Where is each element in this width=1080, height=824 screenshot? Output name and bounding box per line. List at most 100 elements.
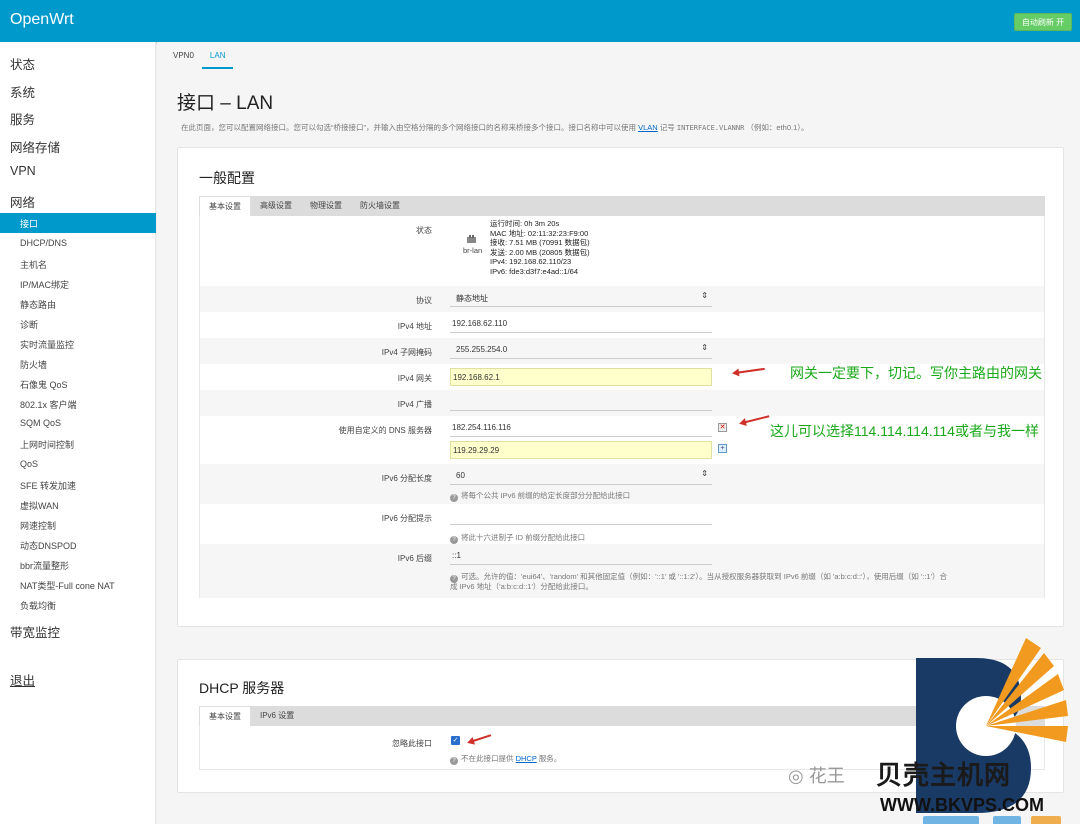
page-description: 在此页面，您可以配置网络接口。您可以勾选“桥接接口”，并输入由空格分隔的多个网络… [181,122,809,133]
general-form: 状态 br-lan 运行时间: 0h 3m 20s MAC 地址: 02:11:… [199,216,1045,598]
ipv6-hint-input[interactable] [450,507,712,525]
subtab-firewall[interactable]: 防火墙设置 [351,196,409,216]
ipv6-suffix-row: IPv6 后缀 ::1 ? 可选。允许的值：'eui64'、'random' 和其… [200,544,1044,598]
dhcp-link[interactable]: DHCP [516,754,537,763]
general-config-card: 一般配置 基本设置 高级设置 物理设置 防火墙设置 状态 br-lan 运行时间… [177,147,1064,627]
add-dns-icon[interactable]: + [718,444,727,453]
ignore-interface-checkbox[interactable]: ✓ [451,736,460,745]
auto-refresh-button[interactable]: 自动刷新 开 [1014,13,1072,31]
tab-vpn0[interactable]: VPN0 [165,50,202,69]
sidebar-item-8021x[interactable]: 802.1x 客户端 [20,398,77,411]
sidebar-item-network[interactable]: 网络 [10,192,35,211]
dns-annotation: 这儿可以选择114.114.114.114或者与我一样 [770,423,1039,439]
sidebar-item-logout[interactable]: 退出 [10,670,35,689]
ipv6-suffix-help-2: 成 IPv6 地址（'a:b:c:d::1'）分配给此接口。 [450,582,593,591]
ipv4-address-input[interactable]: 192.168.62.110 [450,315,712,333]
broadcast-row: IPv4 广播 [200,390,1044,416]
sidebar-item-storage[interactable]: 网络存储 [10,137,60,156]
sidebar-item-speed-limit[interactable]: 网速控制 [20,519,56,532]
wechat-name: 花王 [808,766,845,786]
sidebar-item-routes[interactable]: 静态路由 [20,298,56,311]
broadcast-input[interactable] [450,393,712,411]
general-subtabs: 基本设置 高级设置 物理设置 防火墙设置 [199,196,1045,216]
select-arrow-icon: ⇕ [701,469,708,478]
sidebar-item-loadbalance[interactable]: 负载均衡 [20,599,56,612]
ipv6-hint-row: IPv6 分配提示 ? 将此十六进制子 ID 前缀分配给此接口 [200,504,1044,544]
dns-input-2[interactable]: 119.29.29.29 [450,441,712,459]
ipv6-length-help: ? 将每个公共 IPv6 前缀的给定长度部分分配给此接口 [450,490,630,502]
sidebar-item-dnspod[interactable]: 动态DNSPOD [20,539,77,552]
sidebar-item-vpn[interactable]: VPN [10,164,36,178]
help-icon: ? [450,536,458,544]
brand-logo[interactable]: OpenWrt [10,11,74,29]
sidebar-item-system[interactable]: 系统 [10,82,35,101]
sidebar-item-fullcone[interactable]: NAT类型-Full cone NAT [20,579,115,592]
subtab-advanced[interactable]: 高级设置 [251,196,301,216]
ipv6-length-value: 60 [456,471,465,480]
gateway-label: IPv4 网关 [397,374,432,383]
sidebar-item-label: 接口 [20,219,39,229]
desc-code: INTERFACE.VLANNR [676,124,745,132]
sidebar-item-bandwidth[interactable]: 带宽监控 [10,622,60,641]
desc-text: 在此页面，您可以配置网络接口。您可以勾选“桥接接口”，并输入由空格分隔的多个网络… [181,123,636,132]
subtab-dhcp-ipv6[interactable]: IPv6 设置 [251,706,303,726]
netmask-value: 255.255.254.0 [456,345,508,354]
remove-dns-icon[interactable]: ✕ [718,423,727,432]
help-text-suffix: 服务。 [538,754,562,763]
help-text: 不在此接口提供 [461,754,514,763]
select-arrow-icon: ⇕ [701,291,708,300]
subtab-physical[interactable]: 物理设置 [301,196,351,216]
device-name: br-lan [463,246,483,255]
sidebar-item-qos[interactable]: QoS [20,459,38,469]
sidebar-item-gargoyle-qos[interactable]: 石像鬼 QoS [20,378,68,391]
help-text: 可选。允许的值：'eui64'、'random' 和其他固定值（例如：'::1'… [461,572,948,581]
help-text: 将每个公共 IPv6 前缀的给定长度部分分配给此接口 [461,491,631,500]
gateway-input[interactable]: 192.168.62.1 [450,368,712,386]
dns-label: 使用自定义的 DNS 服务器 [338,426,432,435]
protocol-label: 协议 [416,296,432,305]
netmask-label: IPv4 子网掩码 [381,348,432,357]
site-watermark: 贝壳主机网 [876,761,1012,791]
ipv6-suffix-input[interactable]: ::1 [450,547,712,565]
sidebar-item-time-control[interactable]: 上网时间控制 [20,438,74,451]
sidebar-item-interfaces[interactable]: 接口 [0,213,156,233]
sidebar-item-hostnames[interactable]: 主机名 [20,258,47,271]
status-ipv4: IPv4: 192.168.62.110/23 [490,257,572,267]
dns-input-1[interactable]: 182.254.116.116 [450,419,712,437]
status-rx: 接收: 7.51 MB (70991 数据包) [490,238,590,248]
protocol-value: 静态地址 [456,294,488,303]
sidebar-item-dhcp-dns[interactable]: DHCP/DNS [20,238,67,248]
tab-lan[interactable]: LAN [201,50,234,69]
sidebar-item-status[interactable]: 状态 [10,54,35,73]
sidebar-item-firewall[interactable]: 防火墙 [20,358,47,371]
sidebar-item-ipmac[interactable]: IP/MAC绑定 [20,278,69,291]
site-url-watermark: WWW.BKVPS.COM [880,795,1044,815]
sidebar-item-sqm[interactable]: SQM QoS [20,418,61,428]
ipv4-address-label: IPv4 地址 [397,322,432,331]
vlan-link[interactable]: VLAN [638,123,658,132]
sidebar-item-vwan[interactable]: 虚拟WAN [20,499,59,512]
status-label: 状态 [416,226,432,235]
status-row: 状态 br-lan 运行时间: 0h 3m 20s MAC 地址: 02:11:… [200,216,1044,286]
general-config-title: 一般配置 [199,170,255,186]
sidebar-item-bbr[interactable]: bbr流量整形 [20,559,69,572]
select-arrow-icon: ⇕ [701,343,708,352]
bkvps-logo-icon [916,638,1068,813]
subtab-dhcp-basic[interactable]: 基本设置 [199,706,251,726]
ipv6-length-row: IPv6 分配长度 60 ⇕ ? 将每个公共 IPv6 前缀的给定长度部分分配给此接… [200,464,1044,504]
ipv6-hint-label: IPv6 分配提示 [381,514,432,523]
protocol-select[interactable]: 静态地址 ⇕ [450,289,712,307]
protocol-row: 协议 静态地址 ⇕ [200,286,1044,312]
sidebar-item-diagnostics[interactable]: 诊断 [20,318,38,331]
dhcp-server-title: DHCP 服务器 [199,680,285,696]
netmask-select[interactable]: 255.255.254.0 ⇕ [450,341,712,359]
ipv6-suffix-label: IPv6 后缀 [397,554,432,563]
help-text: 将此十六进制子 ID 前缀分配给此接口 [461,533,586,542]
subtab-basic[interactable]: 基本设置 [199,196,251,216]
broadcast-label: IPv4 广播 [397,400,432,409]
sidebar-item-services[interactable]: 服务 [10,109,35,128]
sidebar-item-realtime[interactable]: 实时流量监控 [20,338,74,351]
ipv6-length-select[interactable]: 60 ⇕ [450,467,712,485]
ipv6-length-label: IPv6 分配长度 [381,474,432,483]
sidebar-item-sfe[interactable]: SFE 转发加速 [20,479,76,492]
